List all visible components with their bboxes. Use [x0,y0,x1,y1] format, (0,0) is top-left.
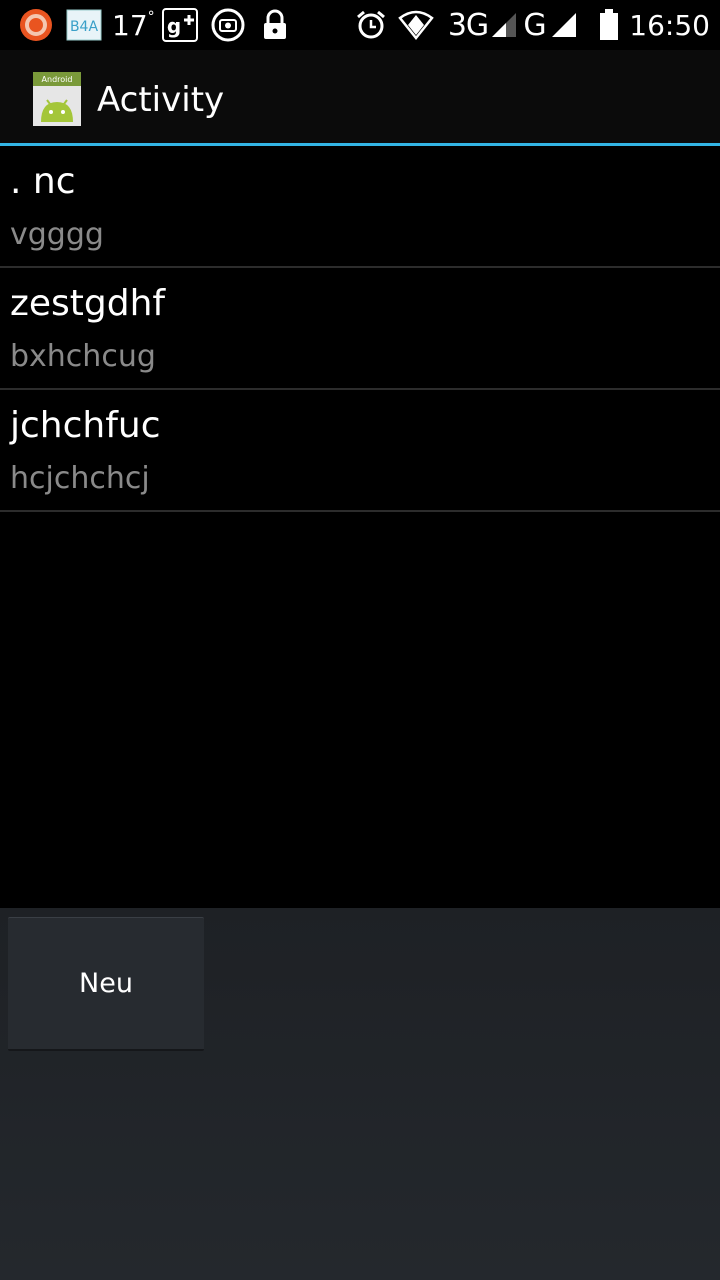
new-button[interactable]: Neu [8,917,204,1051]
android-app-icon: Android [33,72,81,126]
list-item[interactable]: jchchfuc hcjchchcj [0,390,720,512]
list-item-subtitle: vgggg [10,217,104,252]
list-item-title: zestgdhf [10,283,166,324]
signal-icon [489,0,519,50]
status-bar: B4A 17 ° g 3G G 16:50 [0,0,720,50]
list-item-title: jchchfuc [10,405,161,446]
svg-text:Android: Android [42,75,73,84]
battery-icon [596,0,622,50]
temperature-value: 17 [112,8,148,42]
item-list: . nc vgggg zestgdhf bxhchcug jchchfuc hc… [0,146,720,512]
wifi-icon [398,0,434,50]
signal-icon [549,0,579,50]
network-g: G [523,7,547,43]
page-title: Activity [97,80,225,120]
list-item-title: . nc [10,161,76,202]
screen: B4A 17 ° g 3G G 16:50 Android Activity .… [0,0,720,1280]
b4a-icon: B4A [66,0,102,50]
network-3g: 3G [447,7,489,43]
camera-icon [210,0,246,50]
ubuntu-icon [18,0,54,50]
list-item-subtitle: hcjchchcj [10,461,150,496]
list-item[interactable]: . nc vgggg [0,146,720,268]
list-item-subtitle: bxhchcug [10,339,156,374]
svg-text:g: g [167,14,181,38]
alarm-icon [354,0,388,50]
svg-text:B4A: B4A [70,19,99,35]
lock-icon [260,0,290,50]
clock: 16:50 [629,8,710,42]
temperature: 17 ° [112,0,156,50]
temperature-degree: ° [147,9,155,25]
google-plus-icon: g [162,0,198,50]
list-item[interactable]: zestgdhf bxhchcug [0,268,720,390]
